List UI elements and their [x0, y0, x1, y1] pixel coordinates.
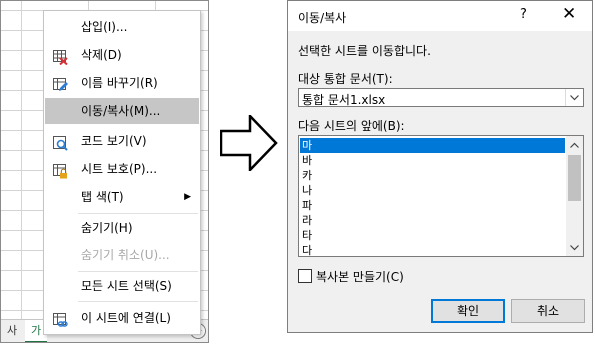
menu-item-label: 삭제(D): [81, 48, 122, 62]
chevron-up-icon[interactable]: [566, 136, 583, 153]
menu-item-protect-sheet[interactable]: 시트 보호(P)...: [45, 156, 199, 182]
list-item[interactable]: 다: [300, 243, 565, 256]
right-arrow-icon: [219, 112, 278, 174]
delete-sheet-icon: [53, 48, 68, 66]
cancel-button[interactable]: 취소: [511, 299, 585, 323]
menu-item-label: 숨기기 취소(U)...: [81, 248, 170, 262]
before-sheet-list[interactable]: 마 바 카 나 파 라 타 다: [298, 135, 584, 257]
dialog-titlebar: 이동/복사 ? ✕: [288, 1, 592, 31]
menu-item-label: 탭 색(T): [81, 190, 124, 204]
link-sheet-icon: [53, 311, 68, 327]
menu-item-delete[interactable]: 삭제(D): [45, 42, 199, 68]
list-item[interactable]: 파: [300, 198, 565, 213]
menu-separator: [78, 213, 198, 214]
target-book-select[interactable]: 통합 문서1.xlsx: [298, 88, 584, 107]
ok-button[interactable]: 확인: [431, 299, 505, 323]
list-item-selected[interactable]: 마: [300, 138, 565, 153]
list-item[interactable]: 나: [300, 183, 565, 198]
menu-item-select-all-sheets[interactable]: 모든 시트 선택(S): [45, 273, 199, 299]
view-code-icon: [53, 134, 68, 151]
menu-separator: [78, 271, 198, 272]
before-sheet-label: 다음 시트의 앞에(B):: [298, 119, 405, 133]
dialog-description: 선택한 시트를 이동합니다.: [298, 44, 431, 58]
close-icon[interactable]: ✕: [562, 4, 576, 24]
dialog-title: 이동/복사: [298, 11, 347, 25]
menu-item-label: 이름 바꾸기(R): [81, 76, 158, 90]
rename-icon: [53, 76, 68, 91]
chevron-down-icon[interactable]: [566, 239, 583, 256]
list-scrollbar[interactable]: [566, 136, 583, 256]
list-item[interactable]: 라: [300, 213, 565, 228]
scrollbar-thumb[interactable]: [568, 155, 581, 201]
sheet-context-menu: 삽입(I)... 삭제(D) 이름 바꾸기(R) 이동/복사(M)... 코드 …: [43, 10, 201, 335]
help-icon[interactable]: ?: [520, 7, 527, 22]
create-copy-checkbox[interactable]: [298, 269, 312, 283]
protect-sheet-icon: [53, 162, 68, 179]
sheet-tab[interactable]: 사: [1, 320, 23, 341]
submenu-arrow-icon: ▶: [184, 192, 191, 202]
menu-item-label: 코드 보기(V): [81, 134, 147, 148]
list-item[interactable]: 바: [300, 153, 565, 168]
menu-item-label: 삽입(I)...: [81, 20, 128, 34]
menu-item-hide[interactable]: 숨기기(H): [45, 215, 199, 241]
menu-item-link-to-sheet[interactable]: 이 시트에 연결(L): [45, 305, 199, 331]
target-book-value: 통합 문서1.xlsx: [302, 93, 386, 107]
menu-item-label: 이동/복사(M)...: [81, 104, 161, 118]
menu-separator: [78, 301, 198, 302]
chevron-down-icon[interactable]: [565, 89, 583, 106]
list-item[interactable]: 카: [300, 168, 565, 183]
menu-item-tab-color[interactable]: 탭 색(T) ▶: [45, 184, 199, 210]
menu-item-label: 숨기기(H): [81, 221, 133, 235]
menu-item-view-code[interactable]: 코드 보기(V): [45, 128, 199, 154]
target-book-label: 대상 통합 문서(T):: [298, 72, 393, 86]
menu-item-insert[interactable]: 삽입(I)...: [45, 14, 199, 40]
menu-item-label: 모든 시트 선택(S): [81, 279, 172, 293]
menu-item-rename[interactable]: 이름 바꾸기(R): [45, 70, 199, 96]
list-item[interactable]: 타: [300, 228, 565, 243]
move-copy-dialog: 이동/복사 ? ✕ 선택한 시트를 이동합니다. 대상 통합 문서(T): 통합…: [287, 0, 593, 333]
menu-item-move-copy[interactable]: 이동/복사(M)...: [45, 98, 199, 124]
menu-item-unhide: 숨기기 취소(U)...: [45, 242, 199, 268]
menu-item-label: 시트 보호(P)...: [81, 162, 158, 176]
menu-item-label: 이 시트에 연결(L): [81, 311, 171, 325]
create-copy-label[interactable]: 복사본 만들기(C): [316, 268, 404, 285]
